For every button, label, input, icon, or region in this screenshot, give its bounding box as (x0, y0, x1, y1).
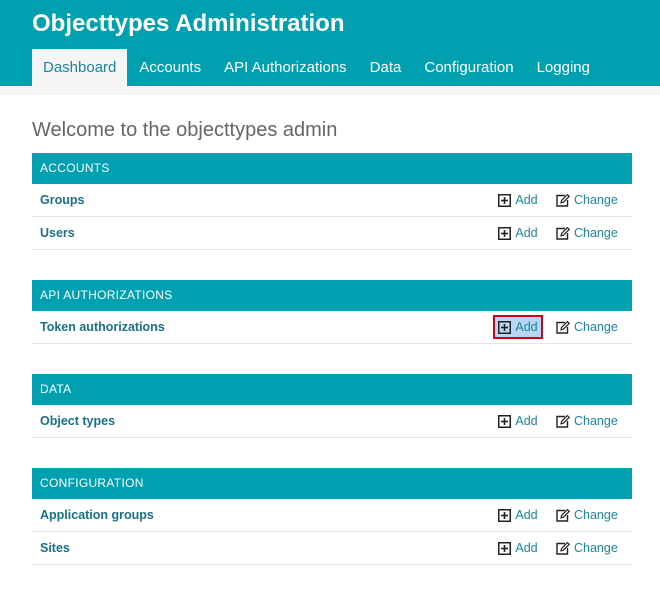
change-label: Change (574, 226, 618, 240)
edit-icon (556, 226, 570, 240)
module-configuration: Configuration Application groups Add Change… (32, 468, 632, 565)
edit-icon (556, 320, 570, 334)
edit-icon (556, 414, 570, 428)
dashboard-content: Welcome to the objecttypes admin Account… (0, 116, 660, 565)
add-label: Add (515, 508, 538, 522)
edit-icon (556, 508, 570, 522)
module-caption[interactable]: API Authorizations (32, 280, 632, 311)
model-link[interactable]: Sites (40, 541, 70, 555)
change-label: Change (574, 508, 618, 522)
add-button[interactable]: Add (493, 315, 543, 339)
plus-square-icon (498, 193, 512, 207)
edit-icon (556, 193, 570, 207)
model-row: Application groups Add Change (32, 499, 632, 532)
model-row: Object types Add Change (32, 405, 632, 438)
module-accounts: Accounts Groups Add Change Users Add Change (32, 153, 632, 250)
module-caption[interactable]: Accounts (32, 153, 632, 184)
change-button[interactable]: Change (556, 409, 618, 433)
change-label: Change (574, 320, 618, 334)
tab-dashboard[interactable]: Dashboard (32, 49, 128, 86)
add-label: Add (515, 541, 538, 555)
add-label: Add (515, 320, 538, 334)
module-caption[interactable]: Configuration (32, 468, 632, 499)
model-link[interactable]: Users (40, 226, 75, 240)
plus-square-icon (498, 320, 512, 334)
change-button[interactable]: Change (556, 503, 618, 527)
add-label: Add (515, 226, 538, 240)
change-label: Change (574, 414, 618, 428)
add-button[interactable]: Add (493, 536, 543, 560)
site-title[interactable]: Objecttypes Administration (32, 10, 345, 38)
model-link[interactable]: Token authorizations (40, 320, 165, 334)
change-button[interactable]: Change (556, 221, 618, 245)
add-label: Add (515, 193, 538, 207)
plus-square-icon (498, 226, 512, 240)
app-list: Accounts Groups Add Change Users Add Change API… (32, 153, 632, 565)
model-link[interactable]: Groups (40, 193, 84, 207)
model-row: Groups Add Change (32, 184, 632, 217)
model-row: Sites Add Change (32, 532, 632, 565)
page-title: Welcome to the objecttypes admin (32, 119, 338, 141)
module-api-authorizations: API Authorizations Token authorizations Ad… (32, 280, 632, 344)
model-link[interactable]: Object types (40, 414, 115, 428)
tab-accounts[interactable]: Accounts (128, 49, 212, 86)
plus-square-icon (498, 414, 512, 428)
add-button[interactable]: Add (493, 188, 543, 212)
module-caption[interactable]: Data (32, 374, 632, 405)
add-button[interactable]: Add (493, 409, 543, 433)
change-label: Change (574, 193, 618, 207)
tab-logging[interactable]: Logging (526, 49, 601, 86)
model-link[interactable]: Application groups (40, 508, 154, 522)
header-divider (0, 86, 660, 95)
plus-square-icon (498, 541, 512, 555)
model-row: Users Add Change (32, 217, 632, 250)
change-label: Change (574, 541, 618, 555)
main-nav: Dashboard Accounts API Authorizations Da… (32, 49, 602, 86)
module-data: Data Object types Add Change (32, 374, 632, 438)
change-button[interactable]: Change (556, 188, 618, 212)
add-button[interactable]: Add (493, 503, 543, 527)
tab-api-authorizations[interactable]: API Authorizations (213, 49, 358, 86)
change-button[interactable]: Change (556, 315, 618, 339)
add-label: Add (515, 414, 538, 428)
edit-icon (556, 541, 570, 555)
plus-square-icon (498, 508, 512, 522)
change-button[interactable]: Change (556, 536, 618, 560)
tab-data[interactable]: Data (359, 49, 413, 86)
add-button[interactable]: Add (493, 221, 543, 245)
site-header: Objecttypes Administration Dashboard Acc… (0, 0, 660, 95)
tab-configuration[interactable]: Configuration (413, 49, 524, 86)
model-row: Token authorizations Add Change (32, 311, 632, 344)
